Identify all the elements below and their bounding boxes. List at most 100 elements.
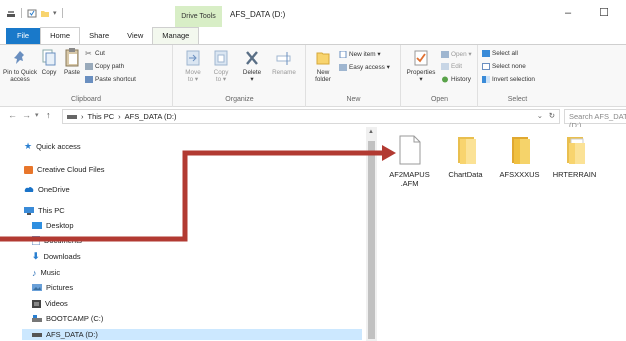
nav-item-label: BOOTCAMP (C:)	[46, 314, 104, 323]
music-icon: ♪	[32, 267, 37, 278]
tab-home[interactable]: Home	[40, 27, 81, 44]
edit-icon	[441, 63, 449, 70]
minimize-button[interactable]: –	[560, 5, 576, 21]
nav-item-bootcamp[interactable]: BOOTCAMP (C:)	[32, 313, 103, 324]
rename-button[interactable]: Rename	[268, 49, 300, 76]
new-folder-quick-icon[interactable]	[40, 9, 50, 18]
select-all-icon	[482, 50, 490, 57]
nav-item-quick-access[interactable]: ★ Quick access	[24, 141, 81, 152]
drive-icon	[32, 333, 42, 337]
nav-item-videos[interactable]: Videos	[32, 298, 68, 309]
address-dropdown-button[interactable]: ⌄	[537, 111, 543, 120]
tab-view[interactable]: View	[118, 28, 152, 44]
open-button[interactable]: Open ▾	[441, 50, 472, 58]
paste-shortcut-button[interactable]: Paste shortcut	[85, 76, 136, 83]
nav-item-this-pc[interactable]: This PC	[24, 205, 65, 216]
select-all-button[interactable]: Select all	[482, 50, 518, 57]
scrollbar-thumb[interactable]	[368, 141, 375, 339]
new-group: New folder New item ▾ Easy access ▾ New	[307, 45, 401, 107]
history-button[interactable]: History	[441, 76, 471, 83]
copy-label: Copy	[41, 69, 57, 76]
nav-item-creative-cloud[interactable]: Creative Cloud Files	[24, 164, 105, 175]
drive-icon	[67, 115, 77, 119]
nav-item-desktop[interactable]: Desktop	[32, 220, 74, 231]
new-item-button[interactable]: New item ▾	[339, 50, 381, 58]
tab-file[interactable]: File	[6, 28, 41, 44]
maximize-button[interactable]: ☐	[596, 5, 612, 21]
copy-path-icon	[85, 63, 93, 70]
select-group-label: Select	[507, 96, 528, 103]
delete-line1: Delete	[242, 69, 262, 76]
search-input[interactable]: Search AFS_DATA (D:)	[564, 109, 626, 130]
refresh-button[interactable]: ↻	[549, 111, 555, 120]
cut-label: Cut	[95, 50, 105, 57]
nav-item-afs-data[interactable]: AFS_DATA (D:)	[22, 329, 362, 340]
nav-item-label: Music	[40, 268, 61, 277]
star-icon: ★	[24, 141, 33, 151]
paste-shortcut-icon	[85, 76, 93, 83]
copy-to-button[interactable]: Copy to ▾	[208, 49, 234, 83]
new-folder-button[interactable]: New folder	[310, 49, 336, 83]
forward-button[interactable]: →	[22, 110, 31, 120]
pin-label-line2: access	[10, 76, 30, 83]
tab-manage[interactable]: Manage	[152, 27, 200, 44]
delete-line2: ▾	[250, 76, 254, 83]
paste-shortcut-label: Paste shortcut	[95, 76, 136, 83]
paste-button[interactable]: Paste	[60, 47, 84, 76]
properties-check-icon	[414, 50, 428, 66]
delete-button[interactable]: Delete ▾	[238, 49, 266, 83]
easy-access-button[interactable]: Easy access ▾	[339, 63, 390, 71]
move-to-button[interactable]: Move to ▾	[180, 49, 206, 83]
properties-line1: Properties	[406, 69, 436, 76]
nav-item-music[interactable]: ♪ Music	[32, 267, 60, 278]
copy-to-line2: to ▾	[215, 76, 227, 83]
cut-button[interactable]: ✂ Cut	[85, 50, 105, 58]
invert-selection-button[interactable]: Invert selection	[482, 76, 535, 83]
recent-locations-button[interactable]: ▾	[35, 111, 39, 119]
pin-to-quick-access-button[interactable]: Pin to Quick access	[2, 49, 38, 83]
select-none-label: Select none	[492, 63, 526, 70]
new-item-label: New item ▾	[349, 51, 381, 58]
customize-toolbar-icon[interactable]: ▾	[53, 9, 57, 17]
copy-path-button[interactable]: Copy path	[85, 63, 124, 70]
toolbar-separator	[21, 8, 22, 18]
easy-access-label: Easy access ▾	[349, 64, 390, 71]
copy-path-label: Copy path	[95, 63, 125, 70]
clipboard-icon	[65, 48, 79, 67]
nav-item-pictures[interactable]: Pictures	[32, 282, 73, 293]
select-none-button[interactable]: Select none	[482, 63, 526, 70]
properties-quick-icon[interactable]	[27, 9, 37, 18]
tab-share[interactable]: Share	[80, 28, 118, 44]
address-path[interactable]: › This PC › AFS_DATA (D:) ⌄ ↻	[62, 109, 560, 124]
edit-button[interactable]: Edit	[441, 63, 462, 70]
breadcrumb-afs-data[interactable]: AFS_DATA (D:)	[125, 112, 177, 121]
nav-item-label: Documents	[44, 236, 82, 245]
nav-item-label: Creative Cloud Files	[37, 165, 105, 174]
file-name-line2: .AFM	[400, 179, 419, 188]
folder-item-hrterrain[interactable]: HRTERRAIN	[547, 135, 602, 179]
nav-item-downloads[interactable]: ⬇ Downloads	[32, 251, 81, 262]
edit-label: Edit	[451, 63, 463, 70]
breadcrumb-this-pc[interactable]: This PC	[88, 112, 115, 121]
scroll-up-arrow-icon[interactable]: ▲	[368, 129, 374, 135]
nav-item-onedrive[interactable]: OneDrive	[24, 184, 70, 195]
path-separator: ›	[118, 112, 121, 121]
pictures-icon	[32, 284, 42, 291]
desktop-icon	[32, 221, 42, 229]
computer-icon	[24, 206, 34, 215]
documents-icon	[32, 236, 40, 245]
up-button[interactable]: ↑	[46, 110, 51, 120]
back-button[interactable]: ←	[8, 110, 17, 120]
nav-item-documents[interactable]: Documents	[32, 235, 82, 246]
cloud-icon	[24, 187, 34, 192]
folder-name: AFSXXXUS	[499, 170, 540, 179]
title-bar: ▾ Drive Tools AFS_DATA (D:) – ☐	[0, 0, 626, 27]
nav-item-label: AFS_DATA (D:)	[46, 330, 98, 339]
folder-item-chartdata[interactable]: ChartData	[438, 135, 493, 179]
copy-button[interactable]: Copy	[38, 49, 60, 76]
open-label: Open ▾	[451, 51, 472, 58]
file-item-af2mapus[interactable]: AF2MAPUS .AFM	[382, 135, 437, 188]
folder-item-afsxxxus[interactable]: AFSXXXUS	[492, 135, 547, 179]
window-menu-icon[interactable]	[6, 9, 16, 18]
properties-button[interactable]: Properties ▾	[405, 49, 437, 83]
